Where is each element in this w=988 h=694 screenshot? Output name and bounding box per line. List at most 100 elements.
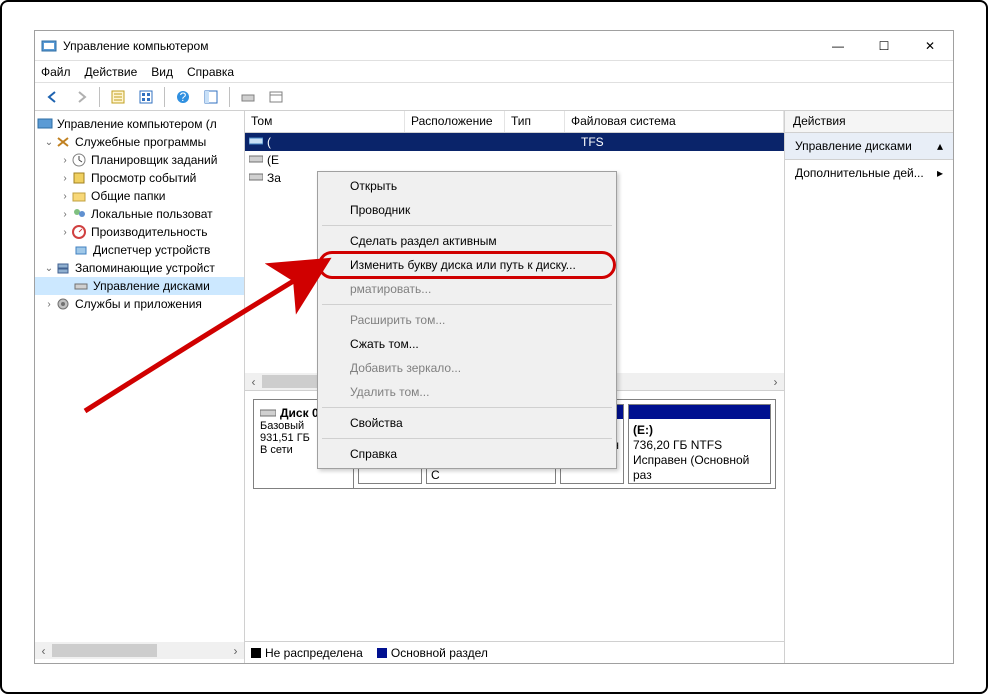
- scroll-right-icon[interactable]: ›: [767, 373, 784, 390]
- toolbar: ?: [35, 83, 953, 111]
- event-icon: [71, 170, 87, 186]
- ctx-explorer[interactable]: Проводник: [320, 198, 614, 222]
- toolbar-separator: [164, 87, 165, 107]
- menubar: Файл Действие Вид Справка: [35, 61, 953, 83]
- collapse-icon: ▴: [937, 139, 943, 153]
- ctx-properties[interactable]: Свойства: [320, 411, 614, 435]
- perf-icon: [71, 224, 87, 240]
- tree-root[interactable]: Управление компьютером (л: [35, 115, 244, 133]
- app-icon: [41, 38, 57, 54]
- volume-header: Том Расположение Тип Файловая система: [245, 111, 784, 133]
- actions-section[interactable]: Управление дисками ▴: [785, 133, 953, 160]
- ctx-open[interactable]: Открыть: [320, 174, 614, 198]
- tree-devmgr[interactable]: Диспетчер устройств: [35, 241, 244, 259]
- scroll-track[interactable]: [52, 642, 227, 659]
- ctx-change-letter[interactable]: Изменить букву диска или путь к диску...: [320, 253, 614, 277]
- volume-row[interactable]: ( TFS: [245, 133, 784, 151]
- titlebar[interactable]: Управление компьютером — ☐ ✕: [35, 31, 953, 61]
- col-layout[interactable]: Расположение: [405, 111, 505, 132]
- screenshot-frame: Управление компьютером — ☐ ✕ Файл Действ…: [0, 0, 988, 694]
- users-icon: [71, 206, 87, 222]
- actions-pane: Действия Управление дисками ▴ Дополнител…: [785, 111, 953, 663]
- device-icon: [73, 242, 89, 258]
- ctx-separator: [322, 438, 612, 439]
- expand-icon[interactable]: ›: [59, 227, 71, 238]
- minimize-button[interactable]: —: [815, 31, 861, 60]
- expand-icon[interactable]: ›: [59, 191, 71, 202]
- scroll-thumb[interactable]: [52, 644, 157, 657]
- toolbar-separator: [99, 87, 100, 107]
- folder-icon: [71, 188, 87, 204]
- maximize-button[interactable]: ☐: [861, 31, 907, 60]
- svg-text:?: ?: [180, 90, 187, 104]
- ctx-separator: [322, 304, 612, 305]
- ctx-active[interactable]: Сделать раздел активным: [320, 229, 614, 253]
- scroll-left-icon[interactable]: ‹: [245, 373, 262, 390]
- tree-shared[interactable]: › Общие папки: [35, 187, 244, 205]
- expand-icon[interactable]: ›: [43, 299, 55, 310]
- forward-button[interactable]: [69, 86, 93, 108]
- tree-diskmgmt[interactable]: Управление дисками: [35, 277, 244, 295]
- col-volume[interactable]: Том: [245, 111, 405, 132]
- collapse-icon[interactable]: ⌄: [43, 137, 55, 148]
- menu-view[interactable]: Вид: [151, 65, 173, 79]
- ctx-help[interactable]: Справка: [320, 442, 614, 466]
- tree-eventviewer[interactable]: › Просмотр событий: [35, 169, 244, 187]
- drive-icon: [249, 171, 263, 185]
- toolbar-icon-4[interactable]: [236, 86, 260, 108]
- ctx-format[interactable]: рматировать...: [320, 277, 614, 301]
- services-icon: [55, 296, 71, 312]
- toolbar-icon-1[interactable]: [106, 86, 130, 108]
- collapse-icon[interactable]: ⌄: [43, 263, 55, 274]
- actions-more[interactable]: Дополнительные дей... ▸: [785, 160, 953, 186]
- computer-icon: [37, 116, 53, 132]
- tree-pane: Управление компьютером (л ⌄ Служебные пр…: [35, 111, 245, 663]
- context-menu: Открыть Проводник Сделать раздел активны…: [317, 171, 617, 469]
- legend: Не распределена Основной раздел: [245, 641, 784, 663]
- window-title: Управление компьютером: [63, 39, 815, 53]
- menu-file[interactable]: Файл: [41, 65, 71, 79]
- drive-icon: [260, 407, 276, 419]
- partition[interactable]: (E:) 736,20 ГБ NTFS Исправен (Основной р…: [628, 404, 771, 484]
- toolbar-icon-3[interactable]: [199, 86, 223, 108]
- legend-primary: Основной раздел: [377, 646, 488, 660]
- disk-icon: [73, 278, 89, 294]
- actions-header: Действия: [785, 111, 953, 133]
- drive-icon: [249, 153, 263, 167]
- help-button[interactable]: ?: [171, 86, 195, 108]
- clock-icon: [71, 152, 87, 168]
- tree[interactable]: Управление компьютером (л ⌄ Служебные пр…: [35, 115, 244, 313]
- window-buttons: — ☐ ✕: [815, 31, 953, 60]
- tools-icon: [55, 134, 71, 150]
- tree-scheduler[interactable]: › Планировщик заданий: [35, 151, 244, 169]
- scroll-left-icon[interactable]: ‹: [35, 642, 52, 659]
- scroll-right-icon[interactable]: ›: [227, 642, 244, 659]
- ctx-extend[interactable]: Расширить том...: [320, 308, 614, 332]
- tree-system-tools[interactable]: ⌄ Служебные программы: [35, 133, 244, 151]
- ctx-delete[interactable]: Удалить том...: [320, 380, 614, 404]
- toolbar-icon-5[interactable]: [264, 86, 288, 108]
- expand-icon[interactable]: ›: [59, 173, 71, 184]
- col-type[interactable]: Тип: [505, 111, 565, 132]
- storage-icon: [55, 260, 71, 276]
- toolbar-separator: [229, 87, 230, 107]
- volume-row[interactable]: (E: [245, 151, 784, 169]
- menu-action[interactable]: Действие: [85, 65, 138, 79]
- tree-users[interactable]: › Локальные пользоват: [35, 205, 244, 223]
- expand-icon[interactable]: ›: [59, 209, 71, 220]
- toolbar-icon-2[interactable]: [134, 86, 158, 108]
- ctx-shrink[interactable]: Сжать том...: [320, 332, 614, 356]
- tree-performance[interactable]: › Производительность: [35, 223, 244, 241]
- tree-storage[interactable]: ⌄ Запоминающие устройст: [35, 259, 244, 277]
- col-fs[interactable]: Файловая система: [565, 111, 784, 132]
- partition-bar: [629, 405, 770, 419]
- back-button[interactable]: [41, 86, 65, 108]
- tree-scrollbar[interactable]: ‹ ›: [35, 642, 244, 659]
- window: Управление компьютером — ☐ ✕ Файл Действ…: [34, 30, 954, 664]
- expand-icon[interactable]: ›: [59, 155, 71, 166]
- menu-help[interactable]: Справка: [187, 65, 234, 79]
- ctx-mirror[interactable]: Добавить зеркало...: [320, 356, 614, 380]
- tree-services[interactable]: › Службы и приложения: [35, 295, 244, 313]
- ctx-separator: [322, 407, 612, 408]
- close-button[interactable]: ✕: [907, 31, 953, 60]
